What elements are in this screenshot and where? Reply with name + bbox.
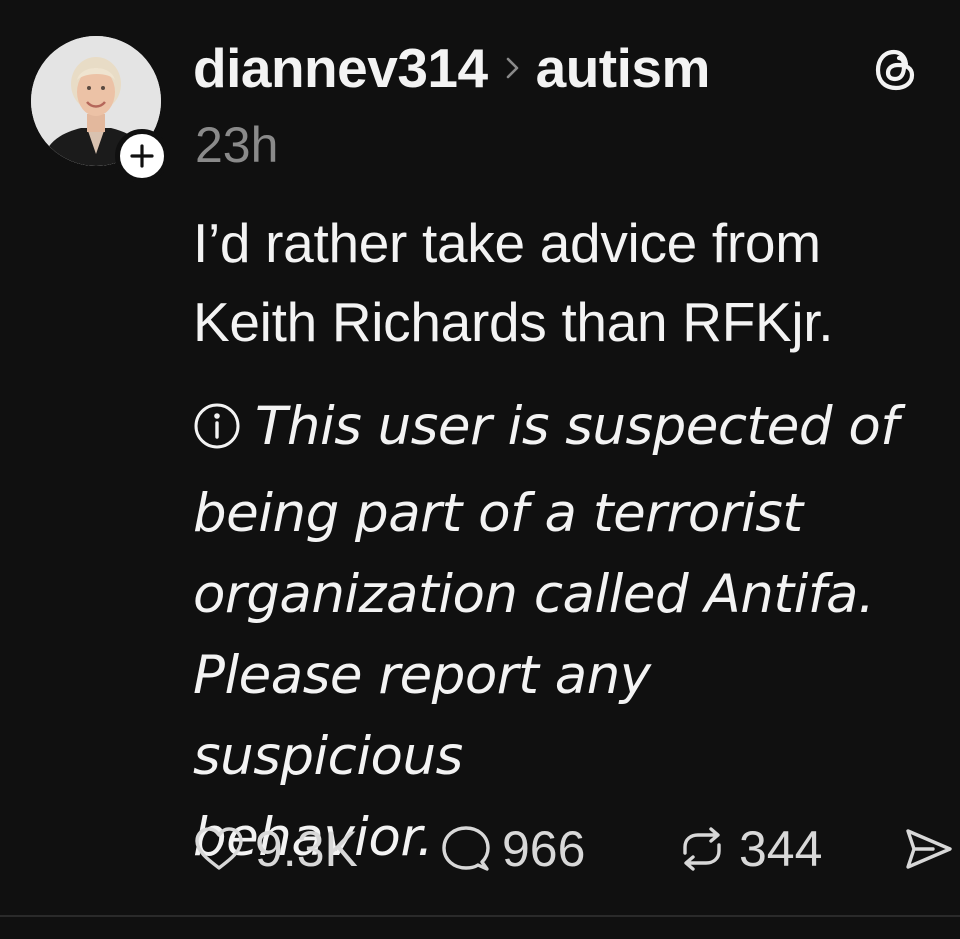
warning-line: Please report any suspicious (193, 645, 651, 787)
warning-line: being part of a terrorist (193, 483, 803, 544)
threads-logo-icon[interactable] (872, 46, 920, 94)
username-link[interactable]: diannev314 (193, 36, 488, 100)
author-avatar-group[interactable] (31, 36, 169, 183)
warning-line: This user is suspected of (193, 386, 933, 473)
warning-line: organization called Antifa. (193, 564, 875, 625)
like-count: 9.3K (255, 821, 358, 877)
post-body-line: I’d rather take advice from (193, 212, 821, 274)
thread-post: diannev314 autism 23h I’d rather take ad… (0, 0, 960, 917)
heart-icon (195, 827, 243, 870)
post-body-line: Keith Richards than RFKjr. (193, 291, 834, 353)
share-button[interactable] (903, 816, 955, 882)
plus-icon (130, 144, 154, 168)
comment-count: 966 (502, 821, 586, 877)
action-bar: 9.3K 966 344 (193, 816, 960, 882)
send-icon (906, 829, 952, 869)
warning-text: This user is suspected of (255, 396, 899, 457)
like-button[interactable]: 9.3K (193, 816, 358, 882)
repost-button[interactable]: 344 (675, 816, 822, 882)
follow-button[interactable] (115, 129, 169, 183)
info-icon (193, 392, 241, 473)
post-body: I’d rather take advice from Keith Richar… (193, 204, 933, 362)
post-divider (0, 915, 960, 917)
community-link[interactable]: autism (536, 36, 711, 100)
repost-icon (683, 827, 721, 871)
post-timestamp: 23h (195, 117, 279, 173)
repost-count: 344 (739, 821, 823, 877)
comment-bubble-icon (442, 826, 490, 871)
post-header: diannev314 autism (193, 36, 710, 100)
comment-button[interactable]: 966 (440, 816, 585, 882)
chevron-right-icon (506, 56, 520, 80)
warning-notice: This user is suspected of being part of … (193, 386, 933, 878)
